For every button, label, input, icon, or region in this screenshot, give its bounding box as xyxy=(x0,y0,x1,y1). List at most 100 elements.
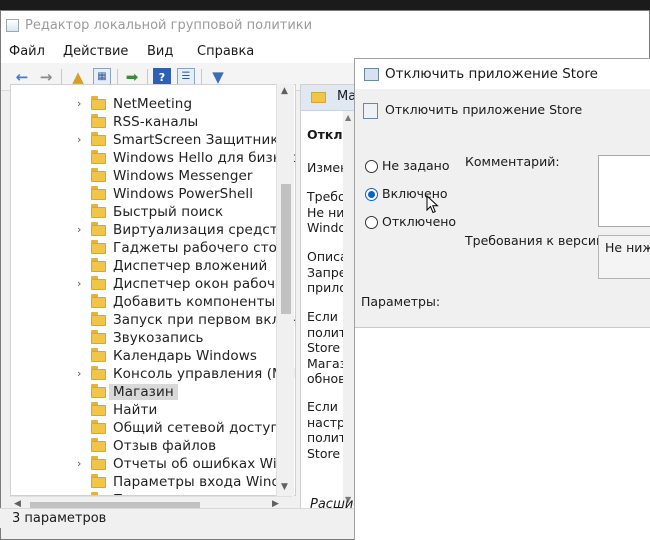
policy-tree: › NetMeeting RSS-каналы › SmartScreen Защитн… xyxy=(10,84,296,496)
menu-view[interactable]: Вид xyxy=(147,44,173,59)
folder-icon xyxy=(91,258,106,272)
tree-item-label: Общий сетевой доступ xyxy=(113,420,280,436)
menu-action[interactable]: Действие xyxy=(63,44,128,59)
folder-icon xyxy=(91,474,106,488)
requirements-field: Не ниж xyxy=(598,235,650,279)
window-title: Редактор локальной групповой политики xyxy=(25,18,313,33)
tree-item-label: SmartScreen Защитника xyxy=(113,132,287,148)
radio-enabled[interactable]: Включено xyxy=(365,186,475,204)
radio-circle[interactable] xyxy=(365,160,378,173)
parameters-area xyxy=(355,327,650,540)
scroll-up-icon[interactable]: ▲ xyxy=(281,86,288,96)
chevron-right-icon[interactable]: › xyxy=(77,457,81,470)
folder-icon xyxy=(91,438,106,452)
folder-icon xyxy=(91,204,106,218)
radio-disabled[interactable]: Отключено xyxy=(365,214,475,232)
tree-item-label: Звукозапись xyxy=(113,330,204,346)
tree-item[interactable]: Магазин xyxy=(11,384,295,402)
chevron-right-icon[interactable]: › xyxy=(77,133,81,146)
radio-not-configured[interactable]: Не задано xyxy=(365,158,475,176)
folder-icon xyxy=(91,276,106,290)
folder-icon xyxy=(91,222,106,236)
tree-item-label: Запуск при первом включ xyxy=(113,312,296,328)
status-text: 3 параметров xyxy=(12,511,107,526)
tree-item[interactable]: Гаджеты рабочего столо xyxy=(11,240,295,258)
policy-settings-dialog: Отключить приложение Store Отключить при… xyxy=(354,58,650,540)
tree-item[interactable]: Запуск при первом включ xyxy=(11,312,295,330)
tree-item-label: Быстрый поиск xyxy=(113,204,224,220)
tree-item[interactable]: Звукозапись xyxy=(11,330,295,348)
folder-icon xyxy=(91,150,106,164)
tree-item[interactable]: Windows Hello для бизнес xyxy=(11,150,295,168)
toolbar-separator xyxy=(61,69,62,85)
tree-item-label: Консоль управления (MM xyxy=(113,366,296,382)
chevron-right-icon[interactable]: › xyxy=(77,223,81,236)
requirements-label: Требования к версии: xyxy=(465,233,609,248)
folder-icon xyxy=(91,312,106,326)
tree-item-label: Диспетчер вложений xyxy=(113,258,268,274)
folder-icon xyxy=(91,348,106,362)
tree-item[interactable]: RSS-каналы xyxy=(11,114,295,132)
tree-item[interactable]: Windows Messenger xyxy=(11,168,295,186)
toolbar-separator xyxy=(201,69,202,85)
tree-vertical-scrollbar[interactable]: ▲ ▼ xyxy=(276,84,294,496)
tree-item[interactable]: Найти xyxy=(11,402,295,420)
tree-item[interactable]: › Отчеты об ошибках Win xyxy=(11,456,295,474)
comment-label: Комментарий: xyxy=(465,154,560,169)
menu-help[interactable]: Справка xyxy=(197,44,254,59)
folder-icon xyxy=(91,330,106,344)
tree-item[interactable]: › Виртуализация средстве xyxy=(11,222,295,240)
radio-circle[interactable] xyxy=(365,188,378,201)
tree-item-label: Календарь Windows xyxy=(113,348,258,364)
tree-item[interactable]: Диспетчер вложений xyxy=(11,258,295,276)
radio-label: Не задано xyxy=(382,158,450,173)
folder-icon xyxy=(91,384,106,398)
chevron-right-icon[interactable]: › xyxy=(77,277,81,290)
tree-item[interactable]: Общий сетевой доступ xyxy=(11,420,295,438)
chevron-right-icon[interactable]: › xyxy=(77,97,81,110)
toolbar-separator xyxy=(117,69,118,85)
title-bar[interactable]: Редактор локальной групповой политики xyxy=(1,11,649,41)
policy-document-icon xyxy=(363,103,378,119)
menu-file[interactable]: Файл xyxy=(9,44,45,59)
tree-item-label: Найти xyxy=(113,402,158,418)
chevron-right-icon[interactable]: › xyxy=(77,367,81,380)
tree-item-label: Добавить компоненты в xyxy=(113,294,288,310)
tree-item[interactable]: › NetMeeting xyxy=(11,96,295,114)
folder-icon xyxy=(91,402,106,416)
tree-item[interactable]: Быстрый поиск xyxy=(11,204,295,222)
comment-field[interactable] xyxy=(598,155,650,227)
tree-item-label: Windows PowerShell xyxy=(113,186,254,202)
scroll-thumb[interactable] xyxy=(281,184,291,314)
details-pane: Ма Отключ Изменит Требова Не ниже Window… xyxy=(300,84,356,514)
toolbar-separator xyxy=(147,69,148,85)
tree-item-label: Отчеты об ошибках Win xyxy=(113,456,286,472)
tree-item-label: Windows Hello для бизнес xyxy=(113,150,296,166)
tree-item-label: Магазин xyxy=(109,384,178,400)
dialog-title-bar[interactable]: Отключить приложение Store xyxy=(355,59,650,89)
folder-icon xyxy=(91,456,106,470)
dialog-title: Отключить приложение Store xyxy=(385,66,598,82)
scroll-up-icon[interactable]: ▲ xyxy=(345,113,351,122)
tree-item-label: Виртуализация средстве xyxy=(113,222,295,238)
tree-item[interactable]: › Консоль управления (MM xyxy=(11,366,295,384)
dialog-setting-header: Отключить приложение Store xyxy=(355,89,650,135)
policy-setting-icon xyxy=(364,68,379,81)
tree-item[interactable]: Календарь Windows xyxy=(11,348,295,366)
tree-item[interactable]: Отзыв файлов xyxy=(11,438,295,456)
requirements-value: Не ниж xyxy=(605,240,650,255)
tree-item[interactable]: Добавить компоненты в xyxy=(11,294,295,312)
radio-circle[interactable] xyxy=(365,216,378,229)
details-header: Ма xyxy=(301,85,355,111)
tree-item-label: Диспетчер окон рабочег xyxy=(113,276,291,292)
parameters-label: Параметры: xyxy=(361,294,441,309)
scroll-down-icon[interactable]: ▼ xyxy=(281,482,288,492)
radio-label: Отключено xyxy=(382,214,457,229)
tree-item[interactable]: Параметры входа Windo xyxy=(11,474,295,492)
tree-item-label: Отзыв файлов xyxy=(113,438,217,454)
folder-icon xyxy=(311,92,326,103)
tree-item[interactable]: › Диспетчер окон рабочег xyxy=(11,276,295,294)
mouse-cursor-icon xyxy=(426,195,439,214)
tree-item[interactable]: Windows PowerShell xyxy=(11,186,295,204)
tree-item[interactable]: › SmartScreen Защитника xyxy=(11,132,295,150)
